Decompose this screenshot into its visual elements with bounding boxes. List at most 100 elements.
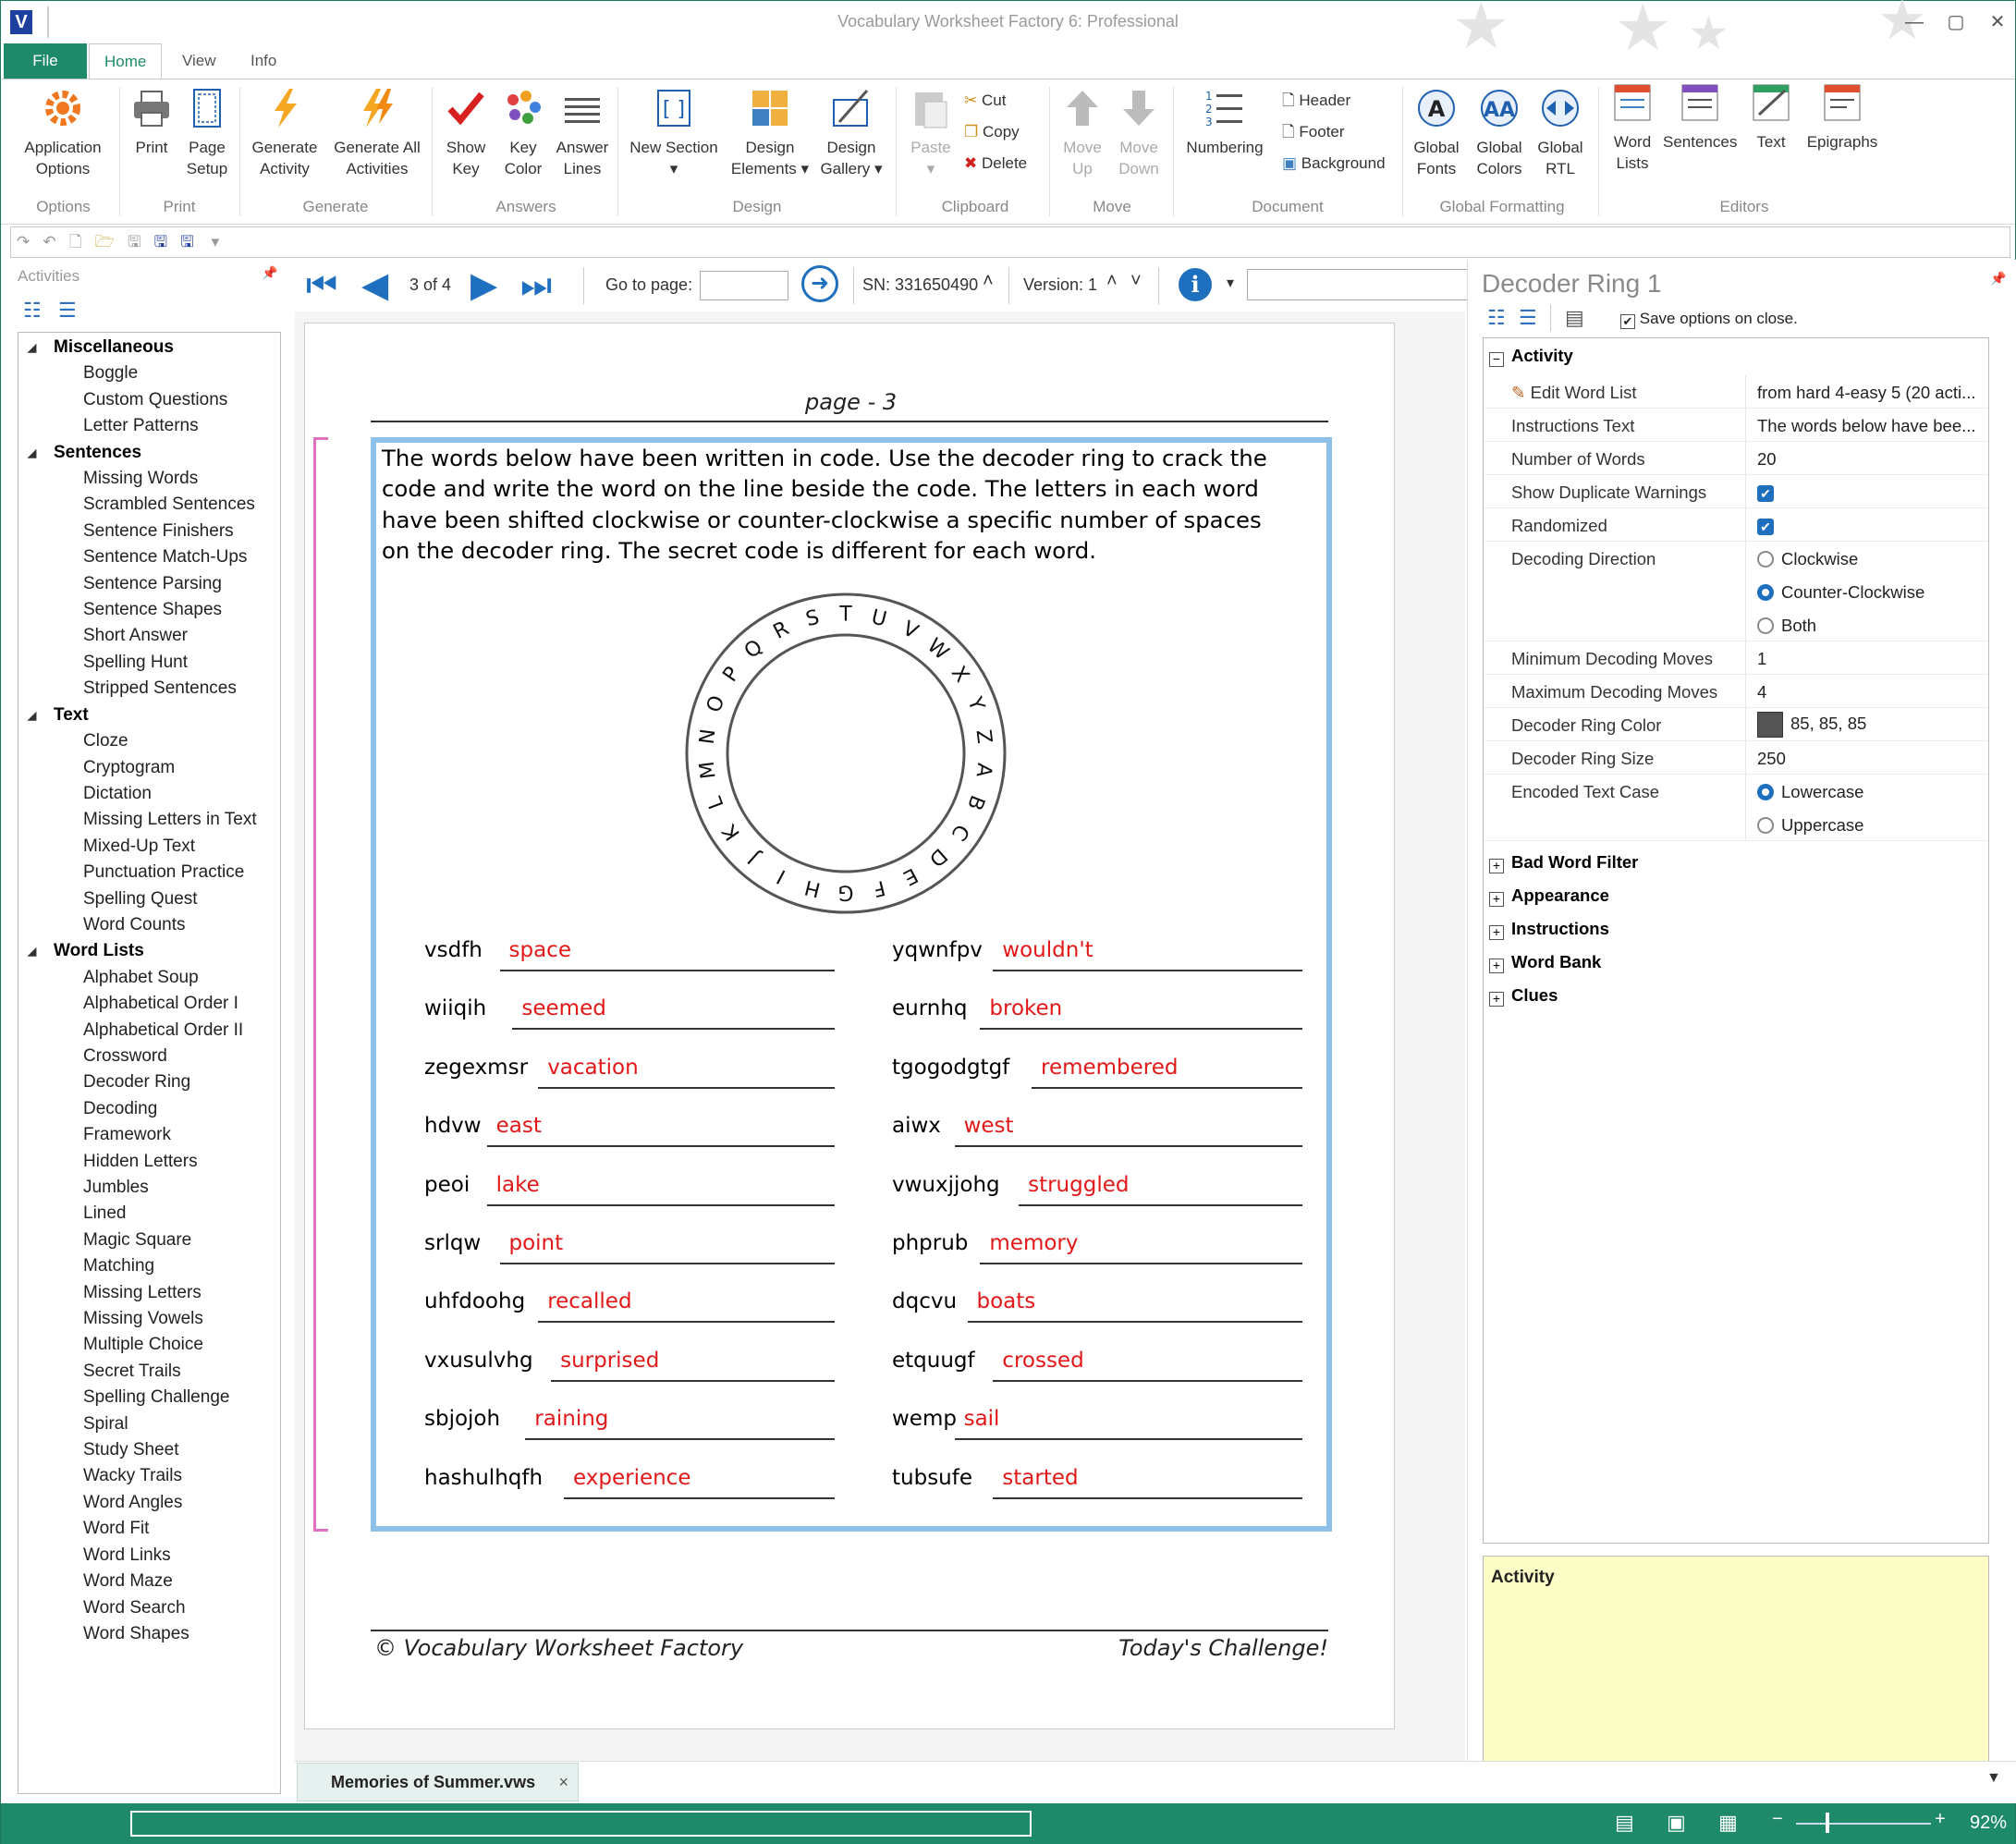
new-section-button[interactable]: [ ] New Section ▾ [622, 79, 726, 179]
tree-item[interactable]: Stripped Sentences [18, 676, 280, 702]
collapse-all-icon[interactable]: ☷ [23, 299, 42, 323]
new-file-icon[interactable]: 🗋 [69, 233, 82, 250]
answer-line[interactable] [486, 1145, 835, 1148]
tab-file[interactable]: File [4, 43, 87, 79]
prop-ring-color[interactable]: Decoder Ring Color 85, 85, 85 [1484, 708, 1988, 741]
answer-line[interactable] [538, 1321, 835, 1324]
word-lists-button[interactable]: Word Lists [1602, 74, 1663, 174]
answer-line[interactable] [564, 1496, 835, 1499]
tree-item[interactable]: Alphabetical Order I [18, 991, 280, 1017]
tree-item[interactable]: Sentence Shapes [18, 597, 280, 623]
prop-min-moves[interactable]: Minimum Decoding Moves 1 [1484, 641, 1988, 675]
answer-line[interactable] [993, 1496, 1302, 1499]
tree-item[interactable]: Word Links [18, 1543, 280, 1569]
tree-category[interactable]: Word Lists [18, 938, 280, 965]
tree-category[interactable]: Text [18, 702, 280, 729]
cut-button[interactable]: ✂ Cut [964, 91, 1006, 111]
save-as-icon[interactable]: 🖫 [154, 233, 167, 250]
document-tab[interactable]: Memories of Summer.vws × [297, 1763, 579, 1801]
prop-show-duplicate-warnings[interactable]: Show Duplicate Warnings ✔ [1484, 475, 1988, 508]
answer-line[interactable] [980, 1028, 1302, 1031]
prop-ring-size[interactable]: Decoder Ring Size 250 [1484, 741, 1988, 775]
tree-item[interactable]: Spelling Quest [18, 886, 280, 912]
color-swatch[interactable] [1757, 712, 1783, 738]
answer-line[interactable] [967, 1321, 1302, 1324]
max-moves-value[interactable]: 4 [1757, 682, 1985, 702]
tree-item[interactable]: Crossword [18, 1044, 280, 1069]
tree-item[interactable]: Word Shapes [18, 1621, 280, 1647]
prop-instructions-text[interactable]: Instructions Text The words below have be… [1484, 409, 1988, 442]
design-gallery-button[interactable]: Design Gallery ▾ [814, 79, 888, 179]
move-down-button[interactable]: Move Down [1110, 79, 1167, 179]
tree-item[interactable]: Missing Words [18, 466, 280, 492]
section-activity[interactable]: − Activity [1489, 346, 1573, 367]
tree-category[interactable]: Miscellaneous [18, 335, 280, 361]
tree-item[interactable]: Missing Letters in Text [18, 807, 280, 833]
section-collapsed[interactable]: + Instructions [1489, 919, 1609, 940]
tree-item[interactable]: Wacky Trails [18, 1463, 280, 1489]
tree-item[interactable]: Hidden Letters [18, 1149, 280, 1175]
tree-item[interactable]: Secret Trails [18, 1359, 280, 1385]
show-key-button[interactable]: Show Key [437, 79, 495, 179]
header-button[interactable]: 🗋 Header [1282, 91, 1350, 111]
tree-item[interactable]: Sentence Parsing [18, 571, 280, 597]
answer-line[interactable] [499, 970, 835, 971]
property-pages-icon[interactable]: ▤ [1565, 306, 1584, 330]
tree-item[interactable]: Framework [18, 1122, 280, 1148]
numbering-button[interactable]: 123 Numbering [1177, 79, 1273, 158]
tree-item[interactable]: Custom Questions [18, 387, 280, 413]
radio-lowercase[interactable]: Lowercase [1757, 782, 1985, 802]
close-icon[interactable]: ✕ [1979, 10, 2016, 34]
epigraphs-button[interactable]: Epigraphs [1803, 74, 1881, 153]
radio-both[interactable]: Both [1757, 616, 1985, 636]
answer-line[interactable] [1032, 1086, 1302, 1089]
tree-item[interactable]: Missing Letters [18, 1280, 280, 1306]
tree-item[interactable]: Sentence Match-Ups [18, 544, 280, 570]
show-dup-checkbox[interactable]: ✔ [1757, 482, 1985, 503]
save-options-checkbox[interactable]: ✔ Save options on close. [1620, 310, 1798, 329]
tree-item[interactable]: Magic Square [18, 1227, 280, 1253]
save-icon[interactable]: 🖫 [128, 233, 141, 250]
normal-view-icon[interactable]: ▤ [1615, 1811, 1634, 1835]
redo-icon[interactable]: ↷ [17, 233, 30, 250]
tab-list-dropdown-icon[interactable]: ▼ [1986, 1770, 2001, 1787]
edit-word-list-value[interactable]: from hard 4-easy 5 (20 acti... [1757, 383, 1985, 403]
global-colors-button[interactable]: AA Global Colors [1469, 79, 1530, 179]
next-page-icon[interactable]: ▶ [470, 260, 497, 311]
design-elements-button[interactable]: Design Elements ▾ [727, 79, 813, 179]
tree-item[interactable]: Boggle [18, 360, 280, 386]
answer-line[interactable] [1019, 1203, 1302, 1206]
serial-up-icon[interactable]: ˄ [983, 271, 994, 292]
ring-size-value[interactable]: 250 [1757, 749, 1985, 769]
zoom-100-icon[interactable]: ▦ [1718, 1811, 1738, 1835]
radio-uppercase[interactable]: Uppercase [1757, 815, 1985, 836]
prop-edit-word-list[interactable]: ✎ Edit Word List from hard 4-easy 5 (20 a… [1484, 375, 1988, 409]
zoom-slider-thumb[interactable] [1826, 1813, 1829, 1833]
section-collapsed[interactable]: + Clues [1489, 985, 1558, 1007]
pin-icon[interactable]: 📌 [1990, 271, 2006, 287]
paste-button[interactable]: Paste ▾ [901, 79, 960, 179]
categorized-icon[interactable]: ☷ [1487, 306, 1506, 330]
tree-item[interactable]: Short Answer [18, 623, 280, 649]
answer-line[interactable] [980, 1263, 1302, 1264]
tab-view[interactable]: View [167, 43, 231, 79]
tree-item[interactable]: Matching [18, 1253, 280, 1279]
tree-item[interactable]: Mixed-Up Text [18, 834, 280, 860]
answer-line[interactable] [993, 970, 1302, 971]
tree-item[interactable]: Cryptogram [18, 755, 280, 781]
radio-clockwise[interactable]: Clockwise [1757, 549, 1985, 569]
tree-item[interactable]: Spiral [18, 1411, 280, 1437]
tree-item[interactable]: Word Maze [18, 1569, 280, 1594]
tree-item[interactable]: Word Angles [18, 1490, 280, 1516]
tree-item[interactable]: Spelling Hunt [18, 650, 280, 676]
version-down-icon[interactable]: ˅ [1130, 271, 1142, 292]
first-page-icon[interactable]: ⏮ [306, 260, 337, 311]
prop-randomized[interactable]: Randomized ✔ [1484, 508, 1988, 542]
tree-item[interactable]: Cloze [18, 728, 280, 754]
page-setup-button[interactable]: Page Setup [178, 79, 236, 179]
tree-category[interactable]: Sentences [18, 440, 280, 467]
answer-line[interactable] [551, 1379, 835, 1382]
answer-lines-button[interactable]: Answer Lines [552, 79, 613, 179]
expand-all-icon[interactable]: ☰ [58, 299, 77, 323]
tree-item[interactable]: Lined [18, 1201, 280, 1227]
